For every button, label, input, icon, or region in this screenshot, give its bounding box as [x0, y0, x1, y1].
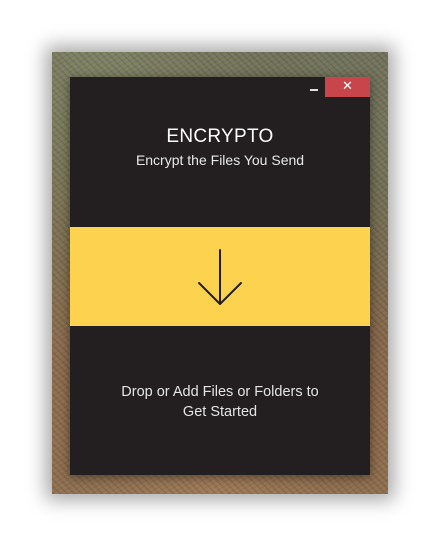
close-icon: ✕ — [342, 79, 353, 94]
encrypto-window: ✕ ENCRYPTO Encrypt the Files You Send Dr… — [70, 77, 370, 475]
app-title: ENCRYPTO — [166, 126, 274, 147]
app-subtitle: Encrypt the Files You Send — [135, 152, 305, 168]
file-drop-zone[interactable] — [70, 227, 370, 326]
drop-instructions: Drop or Add Files or Folders to Get Star… — [90, 382, 350, 422]
app-header: ENCRYPTO Encrypt the Files You Send — [70, 125, 370, 170]
minimize-icon — [310, 89, 318, 91]
window-controls: ✕ — [303, 77, 370, 97]
down-arrow-icon — [198, 248, 242, 305]
drop-instructions-line-2: Get Started — [182, 404, 258, 420]
close-button[interactable]: ✕ — [325, 77, 370, 97]
drop-instructions-line-1: Drop or Add Files or Folders to — [121, 384, 319, 400]
minimize-button[interactable] — [303, 77, 325, 97]
